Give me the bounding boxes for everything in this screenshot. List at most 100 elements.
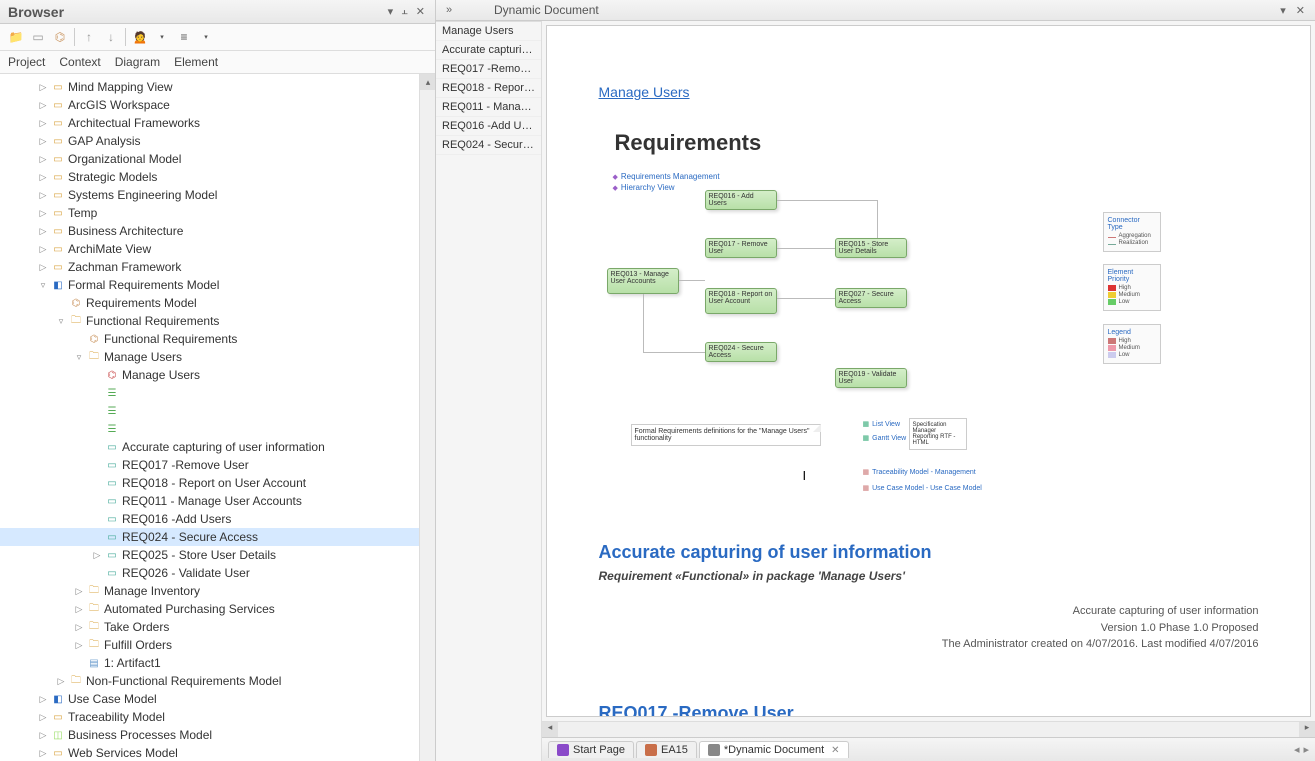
chevron-icon[interactable]: ▷ xyxy=(36,190,50,201)
outline-item[interactable]: Manage Users xyxy=(436,21,541,41)
subnav-context[interactable]: Context xyxy=(59,55,100,69)
tree-item[interactable]: ▷▭Systems Engineering Model xyxy=(0,186,435,204)
usecase-link[interactable]: Use Case Model - Use Case Model xyxy=(863,484,982,492)
tree-item[interactable]: ▤1: Artifact1 xyxy=(0,654,435,672)
chevron-icon[interactable]: ▷ xyxy=(72,604,86,615)
tree-item[interactable]: ▷▭Architectual Frameworks xyxy=(0,114,435,132)
open-folder-icon[interactable]: ▭ xyxy=(30,29,46,45)
close-icon[interactable]: ✕ xyxy=(1294,2,1307,19)
tree-item[interactable]: ☰ xyxy=(0,402,435,420)
menu-dropdown-icon[interactable]: ▾ xyxy=(198,29,214,45)
tree-item[interactable]: ▭REQ026 - Validate User xyxy=(0,564,435,582)
chevron-icon[interactable]: ▷ xyxy=(36,244,50,255)
chevron-icon[interactable]: ▷ xyxy=(36,82,50,93)
tree-item[interactable]: ⌬Requirements Model xyxy=(0,294,435,312)
chevron-icon[interactable]: ▷ xyxy=(36,100,50,111)
outline-item[interactable]: REQ017 -Remove Us... xyxy=(436,60,541,79)
person-icon[interactable]: 🙍 xyxy=(132,29,148,45)
scroll-left-icon[interactable]: ◂ xyxy=(542,722,558,737)
tree-item[interactable]: ▷▭GAP Analysis xyxy=(0,132,435,150)
tree-item[interactable]: ▷▭ArchiMate View xyxy=(0,240,435,258)
tree-item[interactable]: ▷▭ArcGIS Workspace xyxy=(0,96,435,114)
chevron-icon[interactable]: ▷ xyxy=(36,748,50,759)
chevron-icon[interactable]: ▿ xyxy=(54,316,68,327)
tree-item[interactable]: ▷▭Strategic Models xyxy=(0,168,435,186)
outline-item[interactable]: REQ024 - Secure Acc... xyxy=(436,136,541,155)
footer-tab[interactable]: Start Page xyxy=(548,741,634,758)
new-package-icon[interactable]: 📁 xyxy=(8,29,24,45)
pin-icon[interactable]: ⫠ xyxy=(399,3,410,20)
hierarchy-icon[interactable]: ⌬ xyxy=(52,29,68,45)
tree-item[interactable]: ▷▭Web Services Model xyxy=(0,744,435,761)
chevron-icon[interactable]: ▷ xyxy=(72,622,86,633)
chevron-icon[interactable]: ▷ xyxy=(36,118,50,129)
tree-item[interactable]: ▿🗀Manage Users xyxy=(0,348,435,366)
tree-item[interactable]: ▷◧Use Case Model xyxy=(0,690,435,708)
diagram-link[interactable]: Hierarchy View xyxy=(613,183,720,192)
traceability-link[interactable]: Traceability Model - Management xyxy=(863,468,976,476)
chevron-icon[interactable]: ▷ xyxy=(72,586,86,597)
tree-scrollbar[interactable]: ▴ xyxy=(419,74,435,761)
subnav-project[interactable]: Project xyxy=(8,55,45,69)
footer-tab[interactable]: EA15 xyxy=(636,741,697,758)
chevron-icon[interactable]: ▷ xyxy=(36,694,50,705)
menu-icon[interactable]: ≡ xyxy=(176,29,192,45)
subnav-element[interactable]: Element xyxy=(174,55,218,69)
document-view[interactable]: Manage Users Requirements Requirements M… xyxy=(546,25,1311,717)
tree-item[interactable]: ▭REQ024 - Secure Access xyxy=(0,528,435,546)
chevron-icon[interactable]: ▷ xyxy=(36,172,50,183)
chevron-icon[interactable]: ▿ xyxy=(36,280,50,291)
tree-item[interactable]: ▭REQ016 -Add Users xyxy=(0,510,435,528)
chevron-icon[interactable]: ▿ xyxy=(72,352,86,363)
tree-item[interactable]: ▷🗀Take Orders xyxy=(0,618,435,636)
tree-item[interactable]: ▷🗀Non-Functional Requirements Model xyxy=(0,672,435,690)
tree-item[interactable]: ▷▭REQ025 - Store User Details xyxy=(0,546,435,564)
outline-item[interactable]: REQ011 - Manage U... xyxy=(436,98,541,117)
down-arrow-icon[interactable]: ↓ xyxy=(103,29,119,45)
req-box[interactable]: REQ024 - Secure Access xyxy=(705,342,777,362)
tree-item[interactable]: ▷🗀Manage Inventory xyxy=(0,582,435,600)
tree-item[interactable]: ▭Accurate capturing of user information xyxy=(0,438,435,456)
tree-item[interactable]: ▷▭Zachman Framework xyxy=(0,258,435,276)
tree-item[interactable]: ▭REQ017 -Remove User xyxy=(0,456,435,474)
scroll-up-icon[interactable]: ▴ xyxy=(420,74,435,90)
tree-item[interactable]: ▷🗀Automated Purchasing Services xyxy=(0,600,435,618)
scroll-right-icon[interactable]: ▸ xyxy=(1299,722,1315,737)
tree-item[interactable]: ⌬Functional Requirements xyxy=(0,330,435,348)
browser-tree[interactable]: ▴ ▷▭Mind Mapping View▷▭ArcGIS Workspace▷… xyxy=(0,74,435,761)
chevron-icon[interactable]: ▷ xyxy=(90,550,104,561)
tree-item[interactable]: ▷◫Business Processes Model xyxy=(0,726,435,744)
req-box[interactable]: REQ017 - Remove User xyxy=(705,238,777,258)
person-dropdown-icon[interactable]: ▾ xyxy=(154,29,170,45)
manage-users-link[interactable]: Manage Users xyxy=(599,84,690,100)
horizontal-scrollbar[interactable]: ◂ ▸ xyxy=(542,721,1315,737)
chevron-icon[interactable]: ▷ xyxy=(36,730,50,741)
footer-tab[interactable]: *Dynamic Document✕ xyxy=(699,741,849,758)
gantt-view-link[interactable]: Gantt View xyxy=(863,434,907,442)
outline-item[interactable]: Accurate capturing of... xyxy=(436,41,541,60)
tree-item[interactable]: ▿◧Formal Requirements Model xyxy=(0,276,435,294)
chevron-icon[interactable]: ▷ xyxy=(36,154,50,165)
req-box[interactable]: REQ013 - Manage User Accounts xyxy=(607,268,679,294)
tree-item[interactable]: ▷▭Traceability Model xyxy=(0,708,435,726)
outline-item[interactable]: REQ018 - Report on ... xyxy=(436,79,541,98)
tree-item[interactable]: ▭REQ011 - Manage User Accounts xyxy=(0,492,435,510)
tree-item[interactable]: ☰ xyxy=(0,420,435,438)
chevron-icon[interactable]: ▷ xyxy=(36,136,50,147)
chevron-icon[interactable]: ▷ xyxy=(72,640,86,651)
tree-item[interactable]: ▷▭Business Architecture xyxy=(0,222,435,240)
tree-item[interactable]: ☰ xyxy=(0,384,435,402)
chevron-icon[interactable]: ▷ xyxy=(36,262,50,273)
chevron-icon[interactable]: ▷ xyxy=(36,208,50,219)
dropdown-icon[interactable]: ▾ xyxy=(386,3,396,20)
tree-item[interactable]: ⌬Manage Users xyxy=(0,366,435,384)
tree-item[interactable]: ▷▭Mind Mapping View xyxy=(0,78,435,96)
tree-item[interactable]: ▷🗀Fulfill Orders xyxy=(0,636,435,654)
tree-item[interactable]: ▭REQ018 - Report on User Account xyxy=(0,474,435,492)
tab-next-icon[interactable]: ▸ xyxy=(1303,743,1309,756)
req-box[interactable]: REQ015 - Store User Details xyxy=(835,238,907,258)
close-icon[interactable]: ✕ xyxy=(414,3,427,20)
diagram-link[interactable]: Requirements Management xyxy=(613,172,720,181)
subnav-diagram[interactable]: Diagram xyxy=(115,55,160,69)
up-arrow-icon[interactable]: ↑ xyxy=(81,29,97,45)
